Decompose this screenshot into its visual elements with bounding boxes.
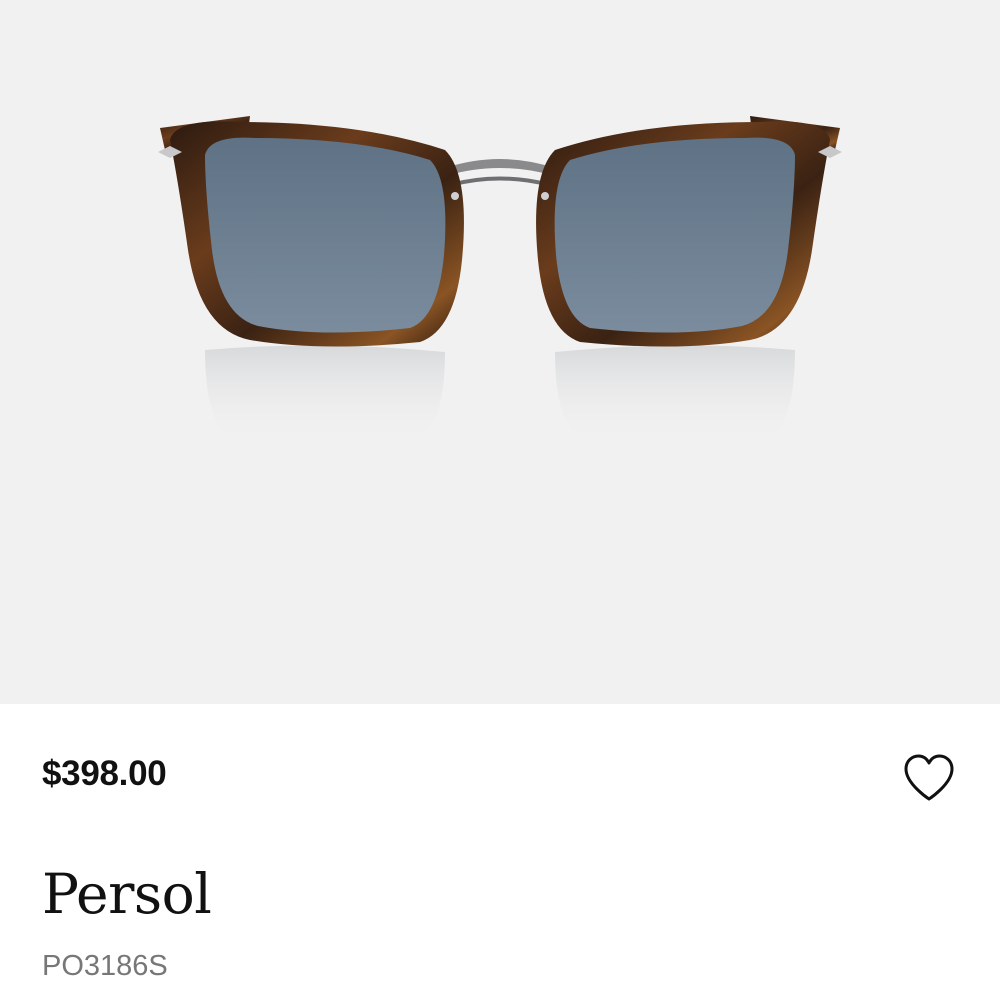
heart-outline-icon xyxy=(904,754,954,801)
add-to-favorites-button[interactable] xyxy=(900,751,958,805)
product-image[interactable] xyxy=(0,0,1000,704)
product-model: PO3186S xyxy=(42,950,168,982)
product-brand: Persol xyxy=(42,862,212,926)
sunglasses-image xyxy=(158,116,842,445)
product-price: $398.00 xyxy=(42,754,167,793)
